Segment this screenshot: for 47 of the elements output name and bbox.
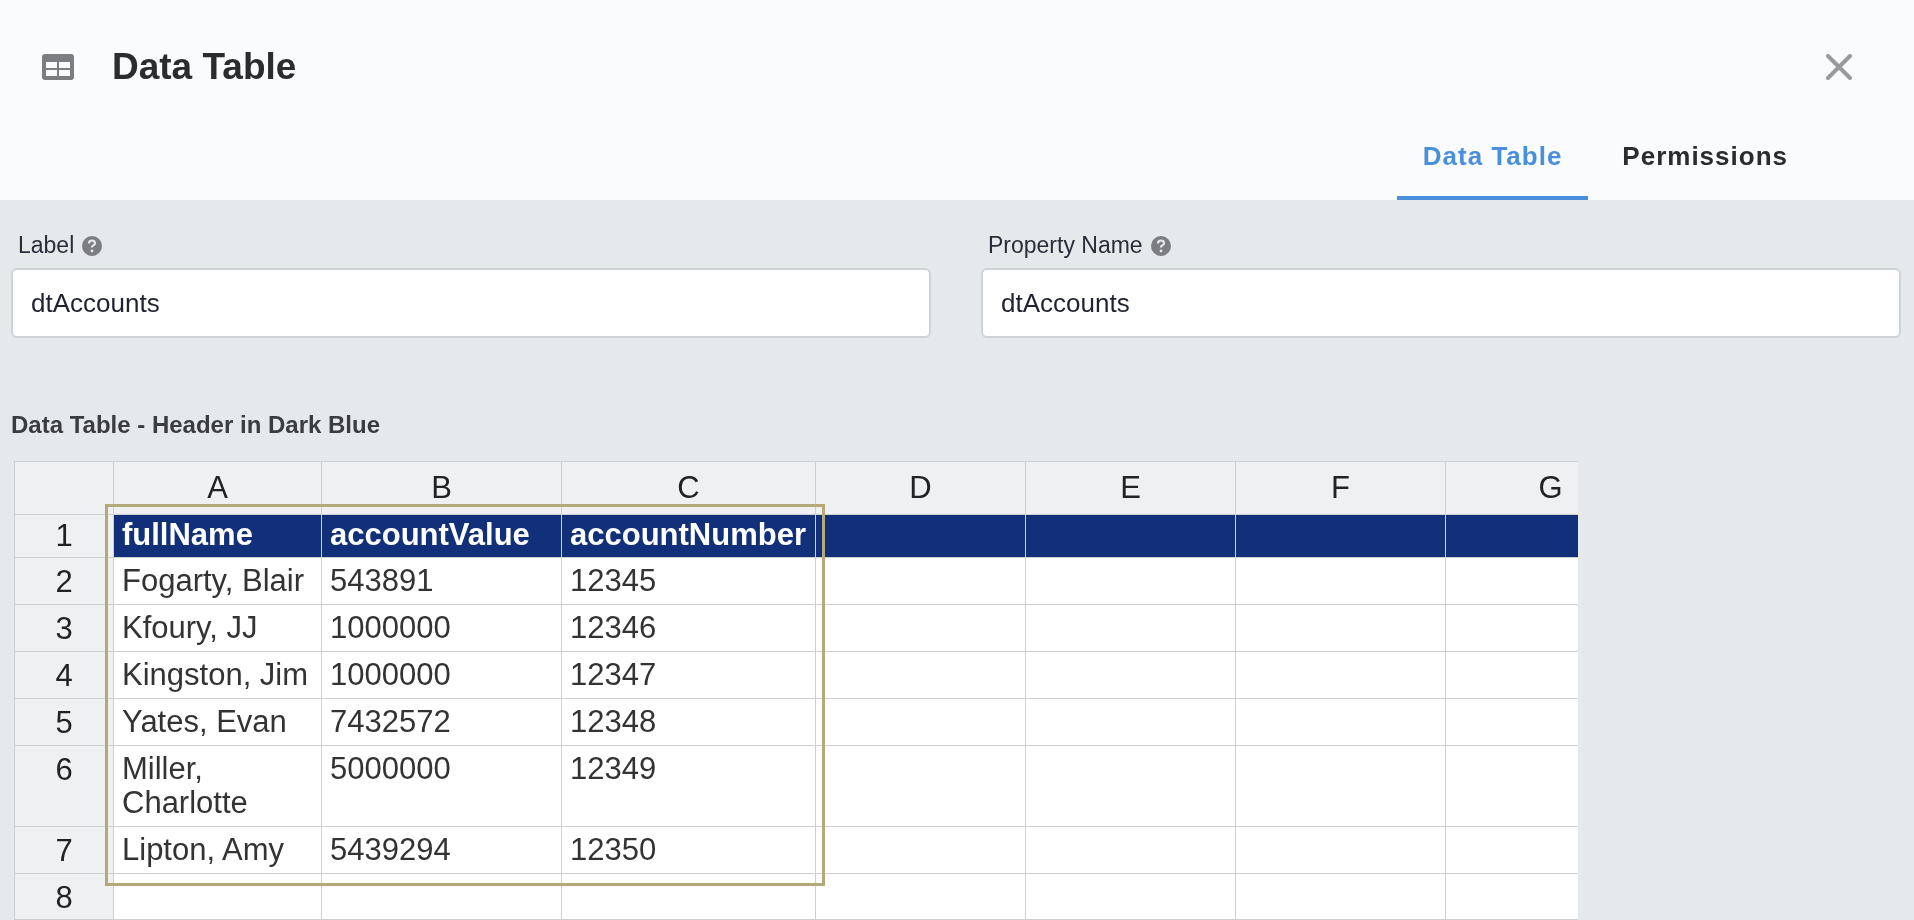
row-header[interactable]: 5 (14, 698, 114, 746)
close-icon[interactable] (1826, 54, 1852, 80)
table-cell: Lipton, Amy (113, 826, 322, 874)
table-cell: accountNumber (561, 514, 816, 558)
table-cell: Miller, Charlotte (113, 745, 322, 827)
table-cell: 1000000 (321, 604, 562, 652)
table-cell: 7432572 (321, 698, 562, 746)
table-cell: 5000000 (321, 745, 562, 827)
table-cell: 1000000 (321, 651, 562, 699)
tab[interactable]: Permissions (1596, 141, 1814, 200)
table-cell: 12349 (561, 745, 816, 827)
table-title: Data Table - Header in Dark Blue (11, 411, 381, 439)
column-header[interactable]: C (561, 461, 816, 515)
column-header[interactable]: A (113, 461, 322, 515)
table-icon (42, 54, 74, 80)
table-cell: Yates, Evan (113, 698, 322, 746)
column-header[interactable]: B (321, 461, 562, 515)
row-header[interactable]: 6 (14, 745, 114, 827)
field-label: Property Name (988, 232, 1143, 259)
table-cell: Fogarty, Blair (113, 557, 322, 605)
field-label: Label (18, 232, 75, 259)
table-cell: 12345 (561, 557, 816, 605)
table-cell: fullName (113, 514, 322, 558)
input-field[interactable]: dtAccounts (11, 268, 931, 338)
table-cell: 12350 (561, 826, 816, 874)
column-header[interactable]: G (1445, 461, 1578, 515)
row-header[interactable]: 1 (14, 514, 114, 558)
table-cell: 543891 (321, 557, 562, 605)
column-header[interactable]: D (815, 461, 1026, 515)
dialog-title: Data Table (112, 46, 298, 88)
help-icon[interactable] (1150, 235, 1171, 256)
table-cell: 5439294 (321, 826, 562, 874)
table-cell: accountValue (321, 514, 562, 558)
column-header[interactable]: F (1235, 461, 1446, 515)
row-header[interactable]: 2 (14, 557, 114, 605)
row-header[interactable]: 7 (14, 826, 114, 874)
help-icon[interactable] (82, 235, 103, 256)
row-header[interactable]: 3 (14, 604, 114, 652)
table-cell: 12348 (561, 698, 816, 746)
table-cell: Kfoury, JJ (113, 604, 322, 652)
table-cell: Kingston, Jim (113, 651, 322, 699)
table-cell: 12346 (561, 604, 816, 652)
row-header[interactable]: 4 (14, 651, 114, 699)
table-cell: 12347 (561, 651, 816, 699)
column-header[interactable]: E (1025, 461, 1236, 515)
input-field[interactable]: dtAccounts (981, 268, 1901, 338)
row-header[interactable]: 8 (14, 873, 114, 920)
